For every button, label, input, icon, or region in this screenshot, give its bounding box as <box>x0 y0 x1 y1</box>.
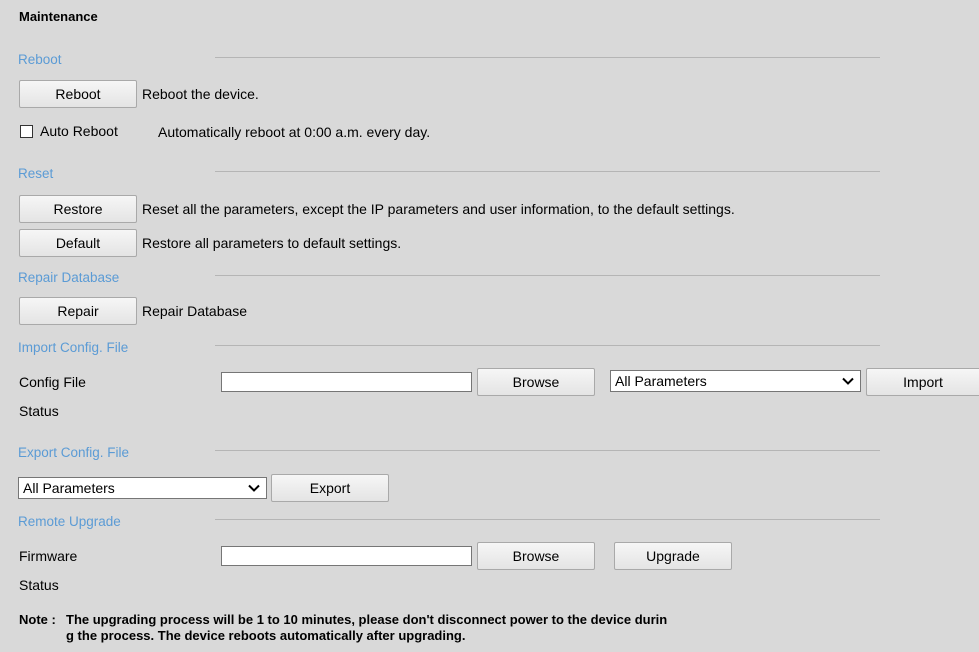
chevron-down-icon <box>842 377 854 385</box>
note-label: Note : <box>19 612 56 627</box>
import-button[interactable]: Import <box>866 368 979 396</box>
section-title-repair-database: Repair Database <box>18 270 120 285</box>
default-button[interactable]: Default <box>19 229 137 257</box>
section-divider <box>215 519 880 520</box>
section-title-remote-upgrade: Remote Upgrade <box>18 514 121 529</box>
repair-button[interactable]: Repair <box>19 297 137 325</box>
config-file-label: Config File <box>19 374 86 390</box>
firmware-file-input[interactable] <box>221 546 472 566</box>
auto-reboot-label: Auto Reboot <box>40 123 118 139</box>
section-divider <box>215 345 880 346</box>
note-text-line2: g the process. The device reboots automa… <box>66 628 466 643</box>
upgrade-button[interactable]: Upgrade <box>614 542 732 570</box>
section-title-reboot: Reboot <box>18 52 62 67</box>
auto-reboot-checkbox[interactable] <box>20 125 33 138</box>
import-parameters-select[interactable]: All Parameters <box>610 370 861 392</box>
import-status-label: Status <box>19 403 59 419</box>
export-parameters-select[interactable]: All Parameters <box>18 477 267 499</box>
import-parameters-select-value: All Parameters <box>615 373 707 389</box>
firmware-browse-button[interactable]: Browse <box>477 542 595 570</box>
config-browse-button[interactable]: Browse <box>477 368 595 396</box>
auto-reboot-description: Automatically reboot at 0:00 a.m. every … <box>158 124 431 140</box>
section-title-reset: Reset <box>18 166 54 181</box>
section-title-import-config: Import Config. File <box>18 340 129 355</box>
reboot-description: Reboot the device. <box>142 86 259 102</box>
repair-description: Repair Database <box>142 303 248 319</box>
restore-button[interactable]: Restore <box>19 195 137 223</box>
section-divider <box>215 57 880 58</box>
chevron-down-icon <box>248 484 260 492</box>
section-title-export-config: Export Config. File <box>18 445 130 460</box>
restore-description: Reset all the parameters, except the IP … <box>142 201 735 217</box>
reboot-button[interactable]: Reboot <box>19 80 137 108</box>
section-divider <box>215 275 880 276</box>
export-button[interactable]: Export <box>271 474 389 502</box>
note-text-line1: The upgrading process will be 1 to 10 mi… <box>66 612 668 627</box>
page-title: Maintenance <box>19 9 98 24</box>
export-parameters-select-value: All Parameters <box>23 480 115 496</box>
section-divider <box>215 450 880 451</box>
section-divider <box>215 171 880 172</box>
upgrade-status-label: Status <box>19 577 59 593</box>
default-description: Restore all parameters to default settin… <box>142 235 402 251</box>
config-file-input[interactable] <box>221 372 472 392</box>
firmware-label: Firmware <box>19 548 78 564</box>
